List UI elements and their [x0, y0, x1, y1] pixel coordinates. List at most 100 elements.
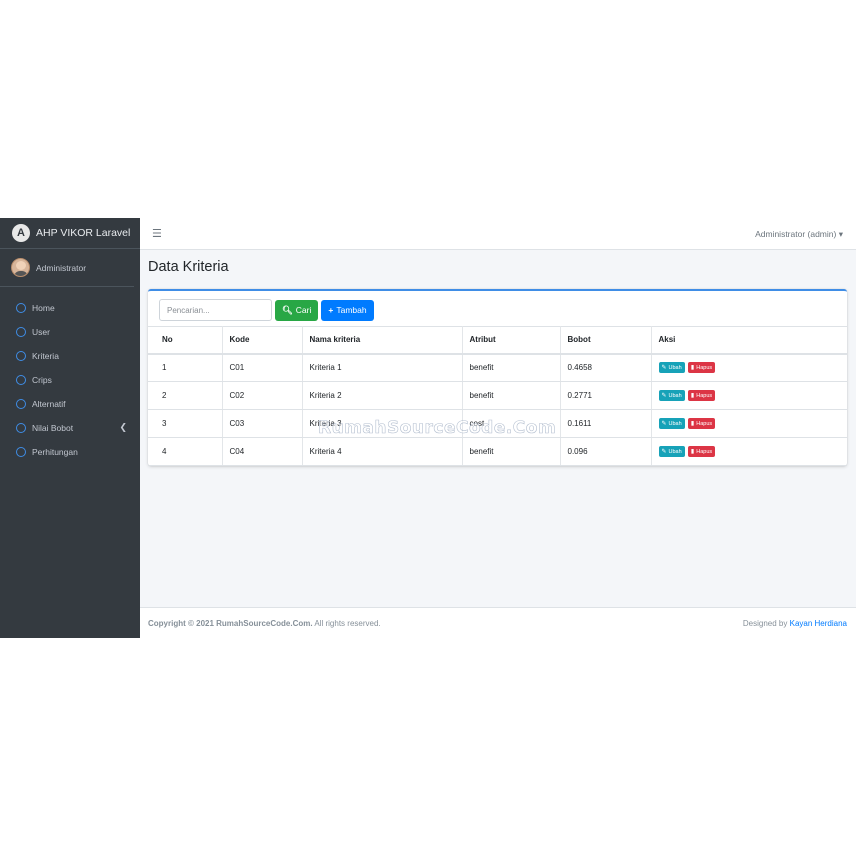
edit-icon: ✎ [661, 421, 667, 427]
cell-no: 4 [148, 437, 223, 466]
tambah-button[interactable]: + Tambah [321, 299, 374, 321]
column-header: Aksi [651, 326, 847, 355]
sidebar-nav: Home User Kriteria Crips Alternatif Nila… [0, 287, 140, 464]
page-title: Data Kriteria [148, 259, 229, 275]
cell-nama: Kriteria 1 [302, 353, 463, 382]
hapus-button[interactable]: ▮ Hapus [687, 418, 716, 429]
cell-kode: C04 [222, 437, 303, 466]
cari-button[interactable]: 🔍︎ Cari [275, 299, 319, 321]
ubah-button[interactable]: ✎ Ubah [658, 446, 685, 457]
sidebar-item-user[interactable]: User [0, 320, 140, 344]
ubah-label: Ubah [668, 448, 682, 455]
sidebar-item-label: Alternatif [32, 399, 66, 409]
designed-by-text: Designed by [742, 619, 788, 628]
watermark: RumahSourceCode.Com [318, 418, 557, 439]
cell-no: 3 [148, 409, 223, 438]
trash-icon: ▮ [690, 393, 695, 399]
rights-text: All rights reserved. [314, 619, 381, 628]
hapus-button[interactable]: ▮ Hapus [687, 390, 716, 401]
sidebar-item-crips[interactable]: Crips [0, 368, 140, 392]
ubah-button[interactable]: ✎ Ubah [658, 418, 685, 429]
cell-aksi: ✎ Ubah ▮ Hapus [651, 409, 847, 438]
circle-icon [16, 399, 26, 409]
cell-nama: Kriteria 4 [302, 437, 463, 466]
copyright-text: Copyright © 2021 RumahSourceCode.Com. [148, 619, 313, 628]
cell-atribut: benefit [462, 353, 561, 382]
brand[interactable]: A AHP VIKOR Laravel [0, 218, 140, 249]
edit-icon: ✎ [661, 365, 667, 372]
ubah-label: Ubah [668, 420, 682, 427]
sidebar-item-label: Crips [32, 375, 52, 385]
circle-icon [16, 327, 26, 337]
cell-aksi: ✎ Ubah ▮ Hapus [651, 381, 847, 410]
table-row: 2 C02 Kriteria 2 benefit 0.2771 ✎ Ubah ▮ H… [148, 381, 847, 410]
trash-icon: ▮ [690, 449, 695, 455]
user-menu-label: Administrator (admin) [755, 229, 837, 239]
hapus-button[interactable]: ▮ Hapus [687, 446, 716, 457]
kriteria-card: 🔍︎ Cari + Tambah No Kode Nama kriteria A… [148, 289, 847, 466]
cell-aksi: ✎ Ubah ▮ Hapus [651, 353, 847, 382]
plus-icon: + [328, 305, 334, 315]
cell-no: 1 [148, 353, 223, 382]
circle-icon [16, 423, 26, 433]
column-header: No [148, 326, 223, 355]
sidebar-item-nilai-bobot[interactable]: Nilai Bobot ❮ [0, 416, 140, 440]
circle-icon [16, 375, 26, 385]
cell-bobot: 0.2771 [560, 381, 652, 410]
cell-bobot: 0.096 [560, 437, 652, 466]
sidebar-item-label: User [32, 327, 50, 337]
kriteria-table: No Kode Nama kriteria Atribut Bobot Aksi… [148, 326, 847, 466]
sidebar-item-label: Home [32, 303, 55, 313]
ubah-button[interactable]: ✎ Ubah [658, 390, 685, 401]
circle-icon [16, 447, 26, 457]
table-row: 4 C04 Kriteria 4 benefit 0.096 ✎ Ubah ▮ Ha… [148, 437, 847, 466]
footer: Copyright © 2021 RumahSourceCode.Com. Al… [140, 607, 856, 638]
cell-atribut: benefit [462, 437, 561, 466]
user-name: Administrator [36, 262, 87, 273]
cari-label: Cari [295, 305, 312, 315]
sidebar: A AHP VIKOR Laravel Administrator Home U… [0, 218, 140, 638]
ubah-label: Ubah [668, 392, 682, 399]
hapus-label: Hapus [696, 364, 713, 371]
ubah-button[interactable]: ✎ Ubah [658, 362, 685, 374]
column-header: Atribut [462, 326, 561, 355]
user-menu-dropdown[interactable]: Administrator (admin) ▾ [755, 229, 843, 240]
cell-kode: C01 [222, 353, 303, 382]
hapus-button[interactable]: ▮ Hapus [687, 362, 716, 374]
user-panel[interactable]: Administrator [0, 249, 134, 287]
edit-icon: ✎ [661, 393, 667, 399]
circle-icon [16, 303, 26, 313]
tambah-label: Tambah [336, 305, 367, 315]
circle-icon [16, 351, 26, 361]
topbar: ☰ Administrator (admin) ▾ [140, 218, 856, 250]
sidebar-item-kriteria[interactable]: Kriteria [0, 344, 140, 368]
caret-down-icon: ▾ [838, 229, 843, 239]
cell-no: 2 [148, 381, 223, 410]
sidebar-item-label: Perhitungan [32, 447, 78, 457]
column-header: Bobot [560, 326, 652, 355]
hapus-label: Hapus [696, 448, 713, 455]
search-input[interactable] [159, 299, 272, 321]
brand-title: AHP VIKOR Laravel [36, 227, 131, 239]
designer-link[interactable]: Kayan Herdiana [790, 619, 847, 628]
cell-aksi: ✎ Ubah ▮ Hapus [651, 437, 847, 466]
sidebar-item-alternatif[interactable]: Alternatif [0, 392, 140, 416]
table-header-row: No Kode Nama kriteria Atribut Bobot Aksi [148, 326, 847, 355]
sidebar-item-perhitungan[interactable]: Perhitungan [0, 440, 140, 464]
sidebar-item-label: Kriteria [32, 351, 59, 361]
brand-logo-icon: A [12, 224, 30, 242]
cell-atribut: benefit [462, 381, 561, 410]
column-header: Nama kriteria [302, 326, 463, 355]
copyright: Copyright © 2021 RumahSourceCode.Com. Al… [148, 619, 381, 628]
app-frame: A AHP VIKOR Laravel Administrator Home U… [0, 218, 856, 638]
cell-kode: C03 [222, 409, 303, 438]
cell-nama: Kriteria 2 [302, 381, 463, 410]
sidebar-item-home[interactable]: Home [0, 296, 140, 320]
chevron-left-icon: ❮ [119, 422, 127, 432]
cell-bobot: 0.1611 [560, 409, 652, 438]
trash-icon: ▮ [690, 365, 695, 372]
cell-kode: C02 [222, 381, 303, 410]
hapus-label: Hapus [696, 420, 713, 427]
hapus-label: Hapus [696, 392, 713, 399]
bars-icon[interactable]: ☰ [152, 227, 162, 240]
